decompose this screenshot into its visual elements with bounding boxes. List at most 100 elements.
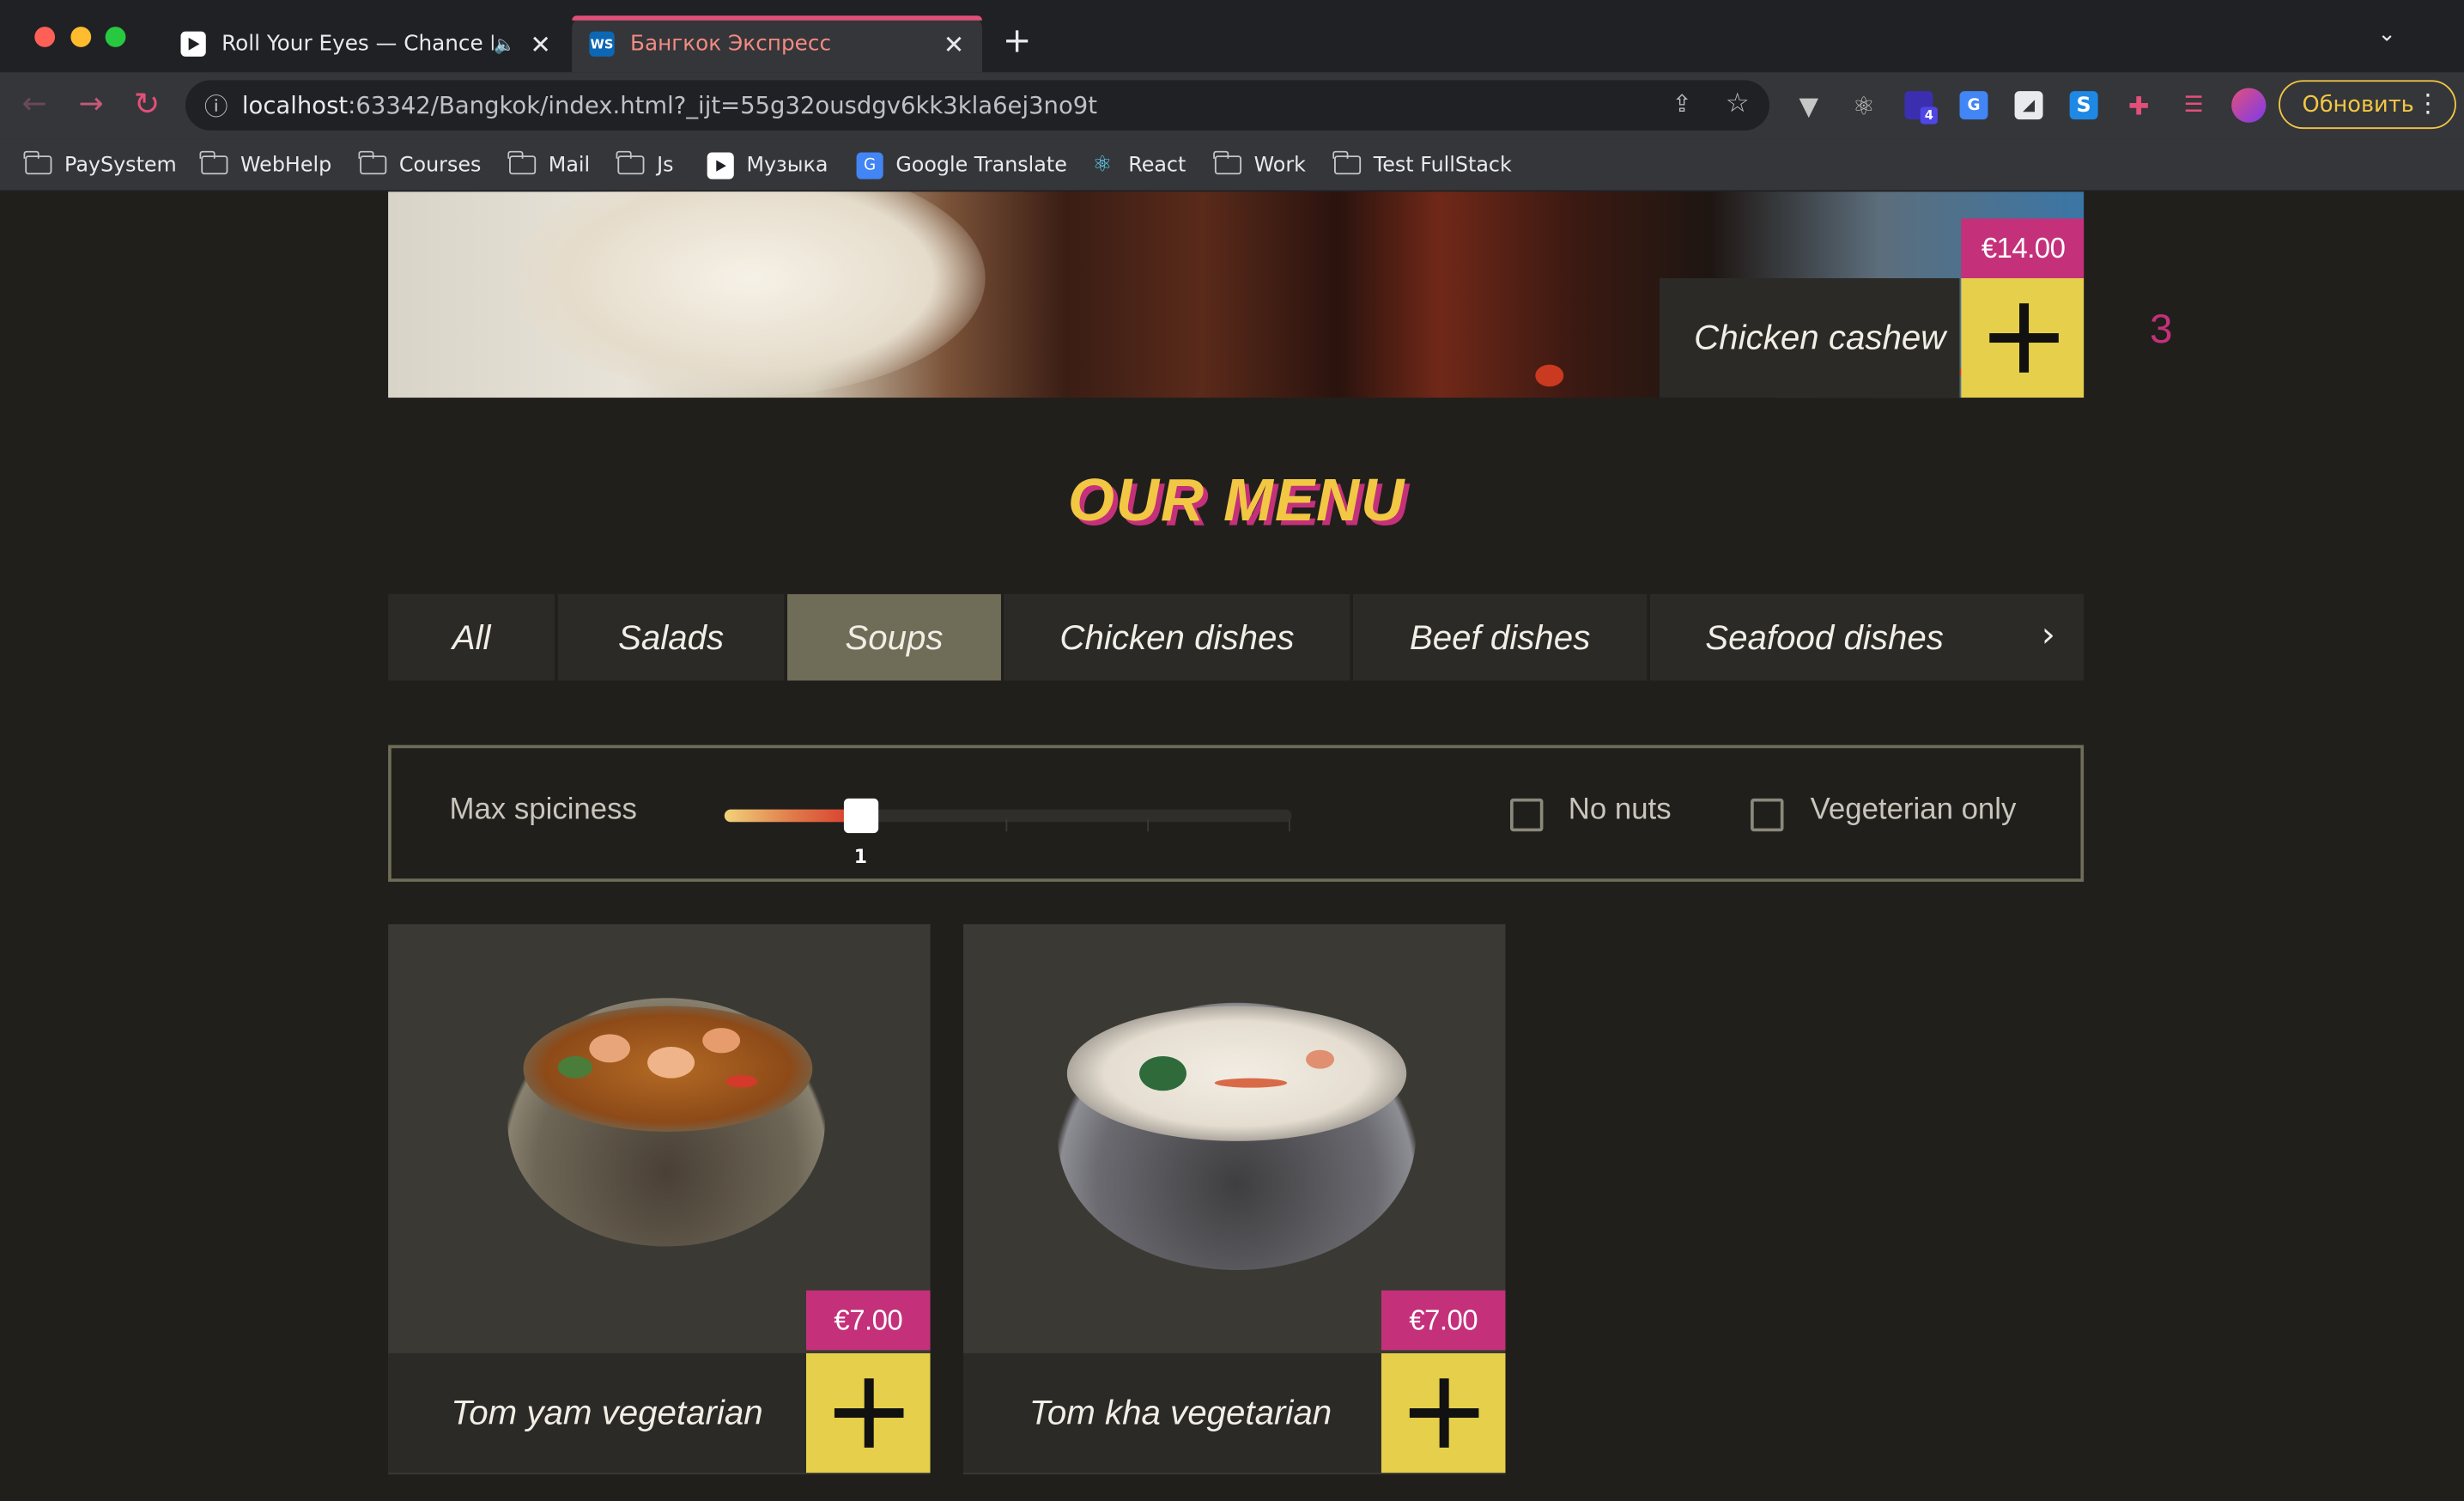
spiciness-value: 1 bbox=[853, 845, 868, 868]
cart-counter: 3 bbox=[2149, 305, 2173, 353]
dish-card: Tom kha vegetarian €7.00 bbox=[963, 924, 1506, 1474]
tab-chicken-dishes[interactable]: Chicken dishes bbox=[1004, 593, 1353, 681]
add-to-cart-button[interactable] bbox=[1961, 277, 2085, 398]
close-tab-icon[interactable]: ✕ bbox=[528, 29, 553, 59]
stack-icon[interactable]: 4 bbox=[1904, 91, 1938, 125]
bookmark-label: Mail bbox=[548, 153, 591, 177]
spiciness-label: Max spiciness bbox=[449, 793, 637, 827]
dish-card: Tom yam vegetarian €7.00 bbox=[388, 924, 931, 1474]
folder-icon bbox=[507, 150, 537, 175]
update-button[interactable]: Обновить ⋮ bbox=[2279, 80, 2456, 130]
bookmark-label: Test FullStack bbox=[1373, 153, 1512, 177]
close-tab-icon[interactable]: ✕ bbox=[941, 29, 966, 59]
tabs-fade bbox=[1959, 593, 2054, 681]
folder-icon bbox=[1332, 150, 1362, 175]
bookmark-label: Courses bbox=[398, 153, 482, 177]
tab-search-icon[interactable]: ⌄ bbox=[2377, 22, 2395, 47]
site-info-icon[interactable]: ⓘ bbox=[204, 88, 228, 121]
browser-toolbar: ← → ↻ ⓘ localhost:63342/Bangkok/index.ht… bbox=[0, 72, 2464, 139]
back-arrow-icon[interactable]: ← bbox=[22, 88, 47, 120]
avatar-icon[interactable] bbox=[2231, 88, 2267, 123]
no-nuts-checkbox[interactable] bbox=[1510, 798, 1544, 832]
folder-icon bbox=[200, 150, 228, 175]
speaker-icon[interactable]: 🔈 bbox=[494, 33, 515, 54]
menu-heading: OUR MENU bbox=[1067, 468, 1406, 535]
menu-dots-icon[interactable]: ⋮ bbox=[2415, 88, 2440, 118]
dish-price: €7.00 bbox=[805, 1290, 931, 1351]
close-window-button[interactable] bbox=[34, 27, 56, 47]
add-to-cart-button[interactable] bbox=[805, 1352, 931, 1474]
google-translate-icon[interactable]: G bbox=[1959, 91, 1988, 120]
playlist-icon[interactable]: ☰ bbox=[2180, 91, 2208, 119]
dish-price: €14.00 bbox=[1961, 218, 2085, 278]
update-button-label: Обновить bbox=[2302, 92, 2414, 118]
category-tabs: All Salads Soups Chicken dishes Beef dis… bbox=[388, 593, 2085, 681]
slider-tick bbox=[1147, 818, 1150, 832]
plus-icon bbox=[834, 1378, 903, 1448]
bookmark-star-icon[interactable]: ☆ bbox=[1726, 88, 1750, 120]
eraser-icon[interactable]: ◢ bbox=[2014, 91, 2043, 120]
folder-icon bbox=[24, 150, 52, 175]
tab-beef-dishes[interactable]: Beef dishes bbox=[1353, 593, 1650, 681]
dish-price: €7.00 bbox=[1381, 1290, 1506, 1351]
bookmark-courses[interactable]: Courses bbox=[359, 149, 482, 181]
folder-icon bbox=[359, 150, 387, 175]
minimize-window-button[interactable] bbox=[70, 27, 92, 47]
bookmark-google-translate[interactable]: G Google Translate bbox=[856, 149, 1067, 181]
tab-salads[interactable]: Salads bbox=[558, 593, 788, 681]
pepper-photo bbox=[1535, 364, 1564, 387]
dish-name: Tom kha vegetarian bbox=[1029, 1392, 1332, 1432]
tab-soups[interactable]: Soups bbox=[787, 593, 1004, 681]
slider-handle[interactable] bbox=[843, 798, 878, 834]
chevron-right-icon[interactable]: › bbox=[2042, 617, 2055, 656]
slider-fill bbox=[724, 809, 861, 823]
bookmark-label: Музыка bbox=[746, 153, 828, 177]
no-nuts-label: No nuts bbox=[1568, 793, 1672, 827]
bookmark-paysystem[interactable]: PaySystem bbox=[24, 149, 177, 181]
bookmark-label: PaySystem bbox=[64, 153, 177, 177]
share-icon[interactable]: ⇪ bbox=[1672, 89, 1692, 118]
bookmark-js[interactable]: Js bbox=[616, 149, 674, 181]
url-host: localhost bbox=[241, 91, 349, 120]
bookmark-label: WebHelp bbox=[240, 153, 332, 177]
reload-icon[interactable]: ↻ bbox=[134, 88, 161, 120]
bookmark-music[interactable]: Музыка bbox=[707, 149, 828, 181]
bookmark-webhelp[interactable]: WebHelp bbox=[200, 149, 332, 181]
new-tab-button[interactable]: + bbox=[1003, 24, 1032, 59]
address-bar[interactable]: ⓘ localhost:63342/Bangkok/index.html?_ij… bbox=[185, 80, 1770, 131]
rice-photo bbox=[513, 191, 986, 397]
extension-badge: 4 bbox=[1920, 106, 1938, 125]
bookmark-react[interactable]: ⚛ React bbox=[1089, 149, 1186, 181]
browser-tab-bangkok[interactable]: WS Бангкок Экспресс ✕ bbox=[572, 15, 982, 73]
s-extension-icon[interactable]: S bbox=[2069, 91, 2098, 120]
react-devtools-icon[interactable]: ⚛ bbox=[1849, 90, 1878, 120]
bookmark-test-fullstack[interactable]: Test FullStack bbox=[1332, 149, 1512, 181]
bookmark-work[interactable]: Work bbox=[1213, 149, 1306, 181]
bookmark-mail[interactable]: Mail bbox=[507, 149, 591, 181]
folder-icon bbox=[616, 150, 645, 175]
puzzle-icon[interactable]: ✚ bbox=[2125, 90, 2153, 120]
vue-devtools-icon[interactable]: ▼ bbox=[1794, 90, 1823, 120]
tab-seafood-dishes[interactable]: Seafood dishes bbox=[1650, 594, 1999, 681]
tab-all[interactable]: All bbox=[388, 593, 558, 681]
tab-title: Бангкок Экспресс bbox=[629, 31, 832, 57]
bookmark-label: React bbox=[1128, 153, 1186, 177]
forward-arrow-icon[interactable]: → bbox=[79, 88, 104, 120]
maximize-window-button[interactable] bbox=[105, 27, 126, 47]
bookmark-label: Js bbox=[657, 153, 674, 177]
play-icon bbox=[707, 151, 734, 179]
tab-title: Roll Your Eyes — Chance P bbox=[222, 31, 495, 57]
dish-name: Chicken cashew bbox=[1694, 317, 1946, 357]
folder-icon bbox=[1213, 150, 1242, 175]
browser-tab-music[interactable]: Roll Your Eyes — Chance P 🔈 ✕ bbox=[163, 15, 568, 72]
vegetarian-checkbox[interactable] bbox=[1751, 798, 1784, 832]
spiciness-slider[interactable] bbox=[724, 809, 1292, 823]
react-icon: ⚛ bbox=[1092, 152, 1113, 178]
plus-icon bbox=[1988, 303, 2058, 373]
dish-name: Tom yam vegetarian bbox=[451, 1392, 763, 1432]
webstorm-icon: WS bbox=[589, 31, 615, 57]
bookmarks-bar: PaySystem WebHelp Courses Mail Js Музыка… bbox=[0, 138, 2464, 192]
add-to-cart-button[interactable] bbox=[1381, 1352, 1506, 1474]
featured-dish-bar: Chicken cashew bbox=[1659, 277, 1960, 398]
url-path: :63342/Bangkok/index.html?_ijt=55g32ousd… bbox=[348, 91, 1097, 120]
